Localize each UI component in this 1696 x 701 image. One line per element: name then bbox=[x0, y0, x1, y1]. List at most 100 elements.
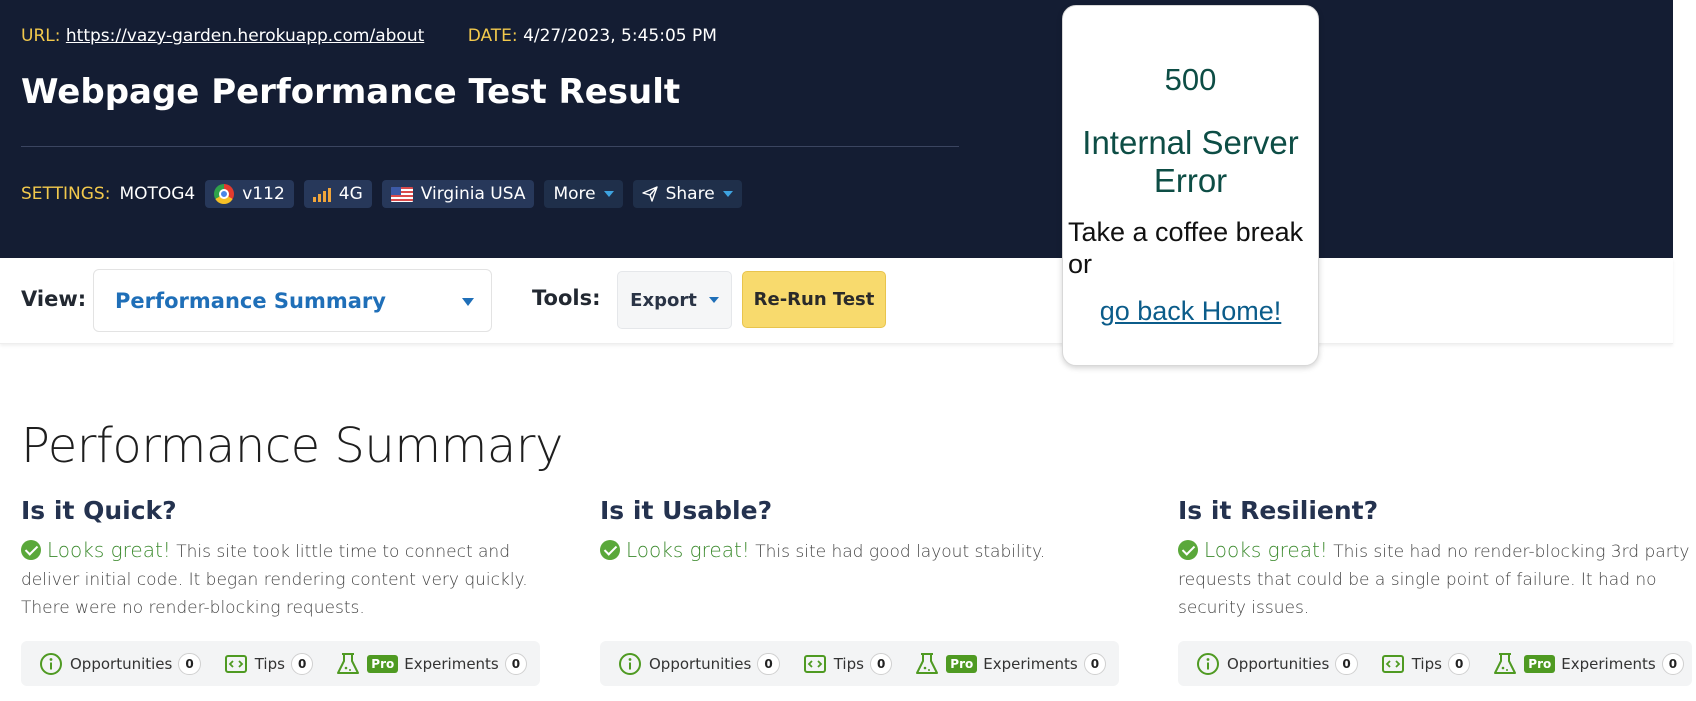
results-toolbar: View: Performance Summary Tools: Export … bbox=[0, 258, 1673, 344]
browser-chip: v112 bbox=[205, 180, 294, 208]
error-popup: 500 Internal Server Error Take a coffee … bbox=[1062, 5, 1319, 366]
page: URL: https://vazy-garden.herokuapp.com/a… bbox=[0, 0, 1696, 701]
tips-link[interactable]: Tips 0 bbox=[223, 651, 314, 677]
code-icon bbox=[803, 654, 826, 673]
chevron-down-icon bbox=[603, 191, 614, 197]
signal-icon bbox=[312, 187, 331, 202]
send-icon bbox=[641, 186, 658, 202]
tips-label: Tips bbox=[1411, 654, 1442, 673]
chevron-down-icon bbox=[722, 191, 733, 197]
code-icon bbox=[224, 654, 247, 673]
error-code: 500 bbox=[1164, 62, 1217, 97]
view-label: View: bbox=[21, 287, 87, 311]
opportunities-count: 0 bbox=[1335, 652, 1358, 675]
page-title: Webpage Performance Test Result bbox=[21, 72, 681, 112]
tools-label: Tools: bbox=[532, 286, 601, 310]
opportunities-count: 0 bbox=[757, 652, 780, 675]
checkmark-icon bbox=[1178, 540, 1198, 560]
experiments-count: 0 bbox=[1083, 652, 1107, 675]
error-hint: Take a coffee break or bbox=[1068, 217, 1304, 279]
more-button[interactable]: More bbox=[544, 180, 623, 208]
info-icon bbox=[619, 652, 641, 675]
tips-count: 0 bbox=[290, 652, 314, 675]
browser-version: v112 bbox=[242, 184, 285, 204]
usable-stats: Opportunities 0 Tips 0 Pro Experiments 0 bbox=[600, 641, 1119, 686]
section-heading: Is it Resilient? bbox=[1178, 496, 1379, 525]
status-text: Looks great! bbox=[626, 538, 750, 562]
pro-badge: Pro bbox=[367, 654, 399, 673]
info-icon bbox=[1197, 652, 1219, 675]
opportunities-label: Opportunities bbox=[70, 654, 173, 673]
chevron-down-icon bbox=[708, 297, 719, 303]
date-value: 4/27/2023, 5:45:05 PM bbox=[523, 26, 717, 46]
status-detail: This site had good layout stability. bbox=[755, 542, 1046, 562]
opportunities-link[interactable]: Opportunities 0 bbox=[38, 651, 201, 677]
header-divider bbox=[21, 146, 959, 147]
connection-chip: 4G bbox=[303, 180, 372, 208]
more-label: More bbox=[553, 184, 596, 204]
resilient-section: Is it Resilient? Looks great! This site … bbox=[1178, 496, 1696, 622]
opportunities-label: Opportunities bbox=[1227, 654, 1330, 673]
opportunities-link[interactable]: Opportunities 0 bbox=[1195, 651, 1358, 677]
usable-section: Is it Usable? Looks great! This site had… bbox=[600, 496, 1120, 566]
experiments-link[interactable]: Pro Experiments 0 bbox=[1492, 651, 1685, 677]
location-name: Virginia USA bbox=[420, 184, 526, 204]
url-label: URL: bbox=[21, 26, 61, 46]
tips-label: Tips bbox=[833, 654, 864, 673]
result-header: URL: https://vazy-garden.herokuapp.com/a… bbox=[0, 0, 1673, 258]
section-heading: Is it Quick? bbox=[21, 496, 177, 525]
status-text: Looks great! bbox=[47, 538, 171, 562]
view-select-value: Performance Summary bbox=[115, 289, 386, 313]
section-description: Looks great! This site had no render-blo… bbox=[1178, 536, 1696, 622]
view-select[interactable]: Performance Summary bbox=[93, 269, 492, 332]
experiments-label: Experiments bbox=[983, 654, 1078, 673]
opportunities-link[interactable]: Opportunities 0 bbox=[617, 651, 780, 677]
opportunities-count: 0 bbox=[178, 652, 201, 675]
chevron-down-icon bbox=[462, 298, 474, 306]
share-button[interactable]: Share bbox=[632, 180, 742, 208]
flask-icon bbox=[1494, 652, 1517, 674]
chrome-icon bbox=[214, 184, 235, 204]
checkmark-icon bbox=[600, 540, 620, 560]
tips-label: Tips bbox=[254, 654, 285, 673]
test-meta: URL: https://vazy-garden.herokuapp.com/a… bbox=[21, 26, 717, 46]
export-label: Export bbox=[630, 289, 697, 311]
experiments-count: 0 bbox=[1661, 652, 1685, 675]
summary-title: Performance Summary bbox=[21, 418, 563, 474]
connection-type: 4G bbox=[338, 184, 363, 204]
export-button[interactable]: Export bbox=[617, 271, 732, 329]
tips-link[interactable]: Tips 0 bbox=[1380, 651, 1471, 677]
section-description: Looks great! This site took little time … bbox=[21, 536, 541, 622]
quick-section: Is it Quick? Looks great! This site took… bbox=[21, 496, 541, 622]
flask-icon bbox=[916, 652, 939, 674]
section-heading: Is it Usable? bbox=[600, 496, 773, 525]
tips-count: 0 bbox=[1447, 652, 1471, 675]
experiments-label: Experiments bbox=[404, 654, 499, 673]
pro-badge: Pro bbox=[1524, 654, 1556, 673]
test-date: DATE: 4/27/2023, 5:45:05 PM bbox=[468, 26, 717, 46]
tested-url-link[interactable]: https://vazy-garden.herokuapp.com/about bbox=[66, 26, 424, 46]
us-flag-icon bbox=[390, 186, 413, 202]
share-label: Share bbox=[665, 184, 715, 204]
go-home-link[interactable]: go back Home! bbox=[1063, 296, 1318, 327]
experiments-link[interactable]: Pro Experiments 0 bbox=[335, 651, 528, 677]
location-chip: Virginia USA bbox=[381, 180, 535, 208]
section-description: Looks great! This site had good layout s… bbox=[600, 536, 1120, 566]
status-text: Looks great! bbox=[1204, 538, 1328, 562]
error-message: Internal Server Error bbox=[1082, 124, 1299, 199]
tips-link[interactable]: Tips 0 bbox=[802, 651, 893, 677]
code-icon bbox=[1381, 654, 1404, 673]
resilient-stats: Opportunities 0 Tips 0 Pro Experiments 0 bbox=[1178, 641, 1692, 686]
experiments-link[interactable]: Pro Experiments 0 bbox=[914, 651, 1107, 677]
quick-stats: Opportunities 0 Tips 0 Pro Experiments 0 bbox=[21, 641, 540, 686]
test-settings: SETTINGS: MOTOG4 v112 4G Virginia USA Mo… bbox=[21, 180, 742, 208]
settings-label: SETTINGS: bbox=[21, 184, 111, 204]
rerun-test-button[interactable]: Re-Run Test bbox=[742, 271, 886, 328]
opportunities-label: Opportunities bbox=[649, 654, 752, 673]
date-label: DATE: bbox=[467, 26, 518, 46]
checkmark-icon bbox=[21, 540, 41, 560]
experiments-label: Experiments bbox=[1561, 654, 1656, 673]
flask-icon bbox=[337, 652, 360, 674]
pro-badge: Pro bbox=[946, 654, 978, 673]
info-icon bbox=[40, 652, 62, 675]
